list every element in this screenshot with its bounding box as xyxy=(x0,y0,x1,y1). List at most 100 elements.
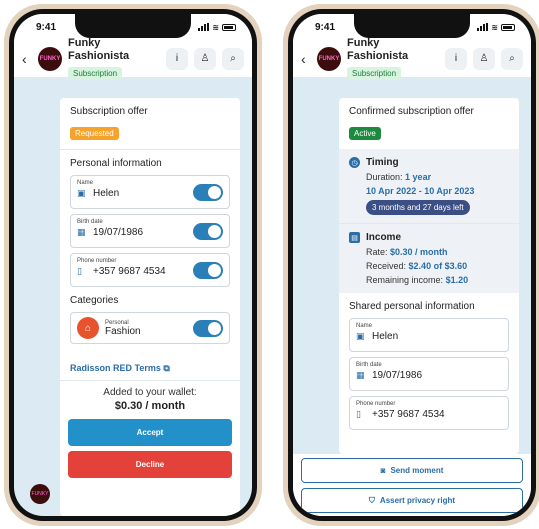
assert-privacy-label: Assert privacy right xyxy=(379,496,456,505)
income-title: Income xyxy=(366,232,402,243)
birth-date-field: Birth date ▦ 19/07/1986 xyxy=(349,357,509,391)
offer-card: Subscription offer Requested Personal in… xyxy=(60,98,240,516)
wallet-amount: $0.30 / month xyxy=(114,400,186,412)
decline-button[interactable]: Decline xyxy=(68,451,232,478)
page-title: Funky Fashionista xyxy=(347,36,409,62)
phone-bezel: 9:41 ≋ ‹ FUNKY Funky Fashionista Subscri… xyxy=(9,9,257,521)
shared-title: Shared personal information xyxy=(349,301,475,312)
field-value: +357 9687 4534 xyxy=(372,409,445,420)
accept-button[interactable]: Accept xyxy=(68,419,232,446)
offer-title: Confirmed subscription offer xyxy=(349,106,474,117)
name-field: Name ▣ Helen xyxy=(349,318,509,352)
subscription-tag: Subscription xyxy=(347,66,402,80)
id-card-icon: ▣ xyxy=(77,188,86,198)
send-moment-button[interactable]: ◙ Send moment xyxy=(301,458,523,483)
remaining-label: Remaining income: xyxy=(366,275,444,285)
info-icon[interactable]: i xyxy=(445,47,467,70)
timing-section: ◷ Timing Duration: 1 year 10 Apr 2022 - 1… xyxy=(339,149,519,223)
field-value: 19/07/1986 xyxy=(93,227,144,238)
offer-section: Subscription offer Requested xyxy=(60,98,240,149)
search-icon[interactable]: ⌕ xyxy=(222,47,244,70)
wallet-label: Added to your wallet: xyxy=(103,387,197,398)
name-field[interactable]: Name ▣ Helen xyxy=(70,175,230,209)
field-value: Helen xyxy=(372,331,399,342)
back-arrow-icon[interactable]: ‹ xyxy=(301,51,311,67)
personal-section: Personal information Name ▣ Helen Birth d… xyxy=(60,150,240,357)
phone-toggle[interactable] xyxy=(193,262,223,279)
received-label: Received: xyxy=(366,261,407,271)
field-label: Birth date xyxy=(356,362,382,368)
name-toggle[interactable] xyxy=(193,184,223,201)
clock-icon: ◷ xyxy=(349,157,360,168)
privacy-icon[interactable]: ♙ xyxy=(473,47,495,70)
id-card-icon: ▣ xyxy=(356,331,365,341)
categories-title: Categories xyxy=(70,295,119,306)
received-value: $2.40 of $3.60 xyxy=(408,261,468,271)
brand-logo: FUNKY xyxy=(38,46,62,71)
brand-logo: FUNKY xyxy=(317,46,341,71)
category-toggle[interactable] xyxy=(193,320,223,337)
signal-icon xyxy=(198,23,210,31)
header-title-block: Funky Fashionista Subscription xyxy=(68,37,160,81)
header: ‹ FUNKY Funky Fashionista Subscription i… xyxy=(14,37,252,81)
duration-label: Duration: xyxy=(366,172,403,182)
battery-icon xyxy=(501,23,515,31)
field-value: +357 9687 4534 xyxy=(93,266,166,277)
bottom-action-bar: ◙ Send moment ⛉ Assert privacy right xyxy=(293,454,531,516)
rate-value: $0.30 / month xyxy=(390,247,448,257)
back-arrow-icon[interactable]: ‹ xyxy=(22,51,32,67)
birth-date-field[interactable]: Birth date ▦ 19/07/1986 xyxy=(70,214,230,248)
header: ‹ FUNKY Funky Fashionista Subscription i… xyxy=(293,36,531,80)
avatar[interactable]: FUNKY xyxy=(30,484,50,504)
shared-section: Shared personal information Name ▣ Helen … xyxy=(339,293,519,443)
phone-icon: ▯ xyxy=(77,266,82,276)
terms-link-label: Radisson RED Terms xyxy=(70,363,161,373)
offer-title: Subscription offer xyxy=(70,106,148,117)
category-field[interactable]: ⌂ Personal Fashion xyxy=(70,312,230,344)
status-time: 9:41 xyxy=(36,21,57,33)
right-phone: 9:41 ≋ ‹ FUNKY Funky Fashionista Subscri… xyxy=(283,4,539,526)
duration-value: 1 year xyxy=(405,172,432,182)
send-moment-label: Send moment xyxy=(390,466,444,475)
offer-section: Confirmed subscription offer Active xyxy=(339,98,519,149)
category-value: Fashion xyxy=(105,325,141,337)
shield-icon: ⛉ xyxy=(368,495,375,505)
timing-title: Timing xyxy=(366,157,399,168)
left-phone: 9:41 ≋ ‹ FUNKY Funky Fashionista Subscri… xyxy=(4,4,262,526)
field-label: Phone number xyxy=(356,401,396,407)
phone-bezel: 9:41 ≋ ‹ FUNKY Funky Fashionista Subscri… xyxy=(288,9,536,521)
field-value: Helen xyxy=(93,188,120,199)
birth-date-toggle[interactable] xyxy=(193,223,223,240)
status-badge: Active xyxy=(349,127,381,140)
signal-icon xyxy=(477,23,489,31)
notch xyxy=(75,14,191,38)
status-icons: ≋ xyxy=(198,23,236,32)
privacy-icon[interactable]: ♙ xyxy=(194,47,216,70)
calendar-icon: ▦ xyxy=(356,370,365,380)
external-link-icon: ⧉ xyxy=(163,363,170,373)
wifi-icon: ≋ xyxy=(212,22,219,32)
status-time: 9:41 xyxy=(315,21,336,33)
assert-privacy-button[interactable]: ⛉ Assert privacy right xyxy=(301,488,523,513)
personal-title: Personal information xyxy=(70,158,162,169)
page-title: Funky Fashionista xyxy=(68,36,130,62)
rate-label: Rate: xyxy=(366,247,388,257)
hanger-icon: ⌂ xyxy=(77,317,99,339)
info-icon[interactable]: i xyxy=(166,47,188,70)
search-icon[interactable]: ⌕ xyxy=(501,47,523,70)
time-left-badge: 3 months and 27 days left xyxy=(366,200,470,215)
wallet-section: Added to your wallet: $0.30 / month xyxy=(60,381,240,414)
remaining-value: $1.20 xyxy=(445,275,469,285)
left-screen: 9:41 ≋ ‹ FUNKY Funky Fashionista Subscri… xyxy=(14,14,252,516)
phone-field[interactable]: Phone number ▯ +357 9687 4534 xyxy=(70,253,230,287)
terms-link[interactable]: Radisson RED Terms ⧉ xyxy=(60,357,240,380)
confirmed-card: Confirmed subscription offer Active ◷ Tim… xyxy=(339,98,519,454)
wifi-icon: ≋ xyxy=(491,22,498,32)
income-section: ▤ Income Rate: $0.30 / month Received: $2… xyxy=(339,224,519,293)
status-icons: ≋ xyxy=(477,23,515,32)
battery-icon xyxy=(222,23,236,31)
calendar-icon: ▦ xyxy=(77,227,86,237)
wallet-icon: ▤ xyxy=(349,232,360,243)
status-badge: Requested xyxy=(70,127,119,140)
date-range: 10 Apr 2022 - 10 Apr 2023 xyxy=(366,186,475,196)
